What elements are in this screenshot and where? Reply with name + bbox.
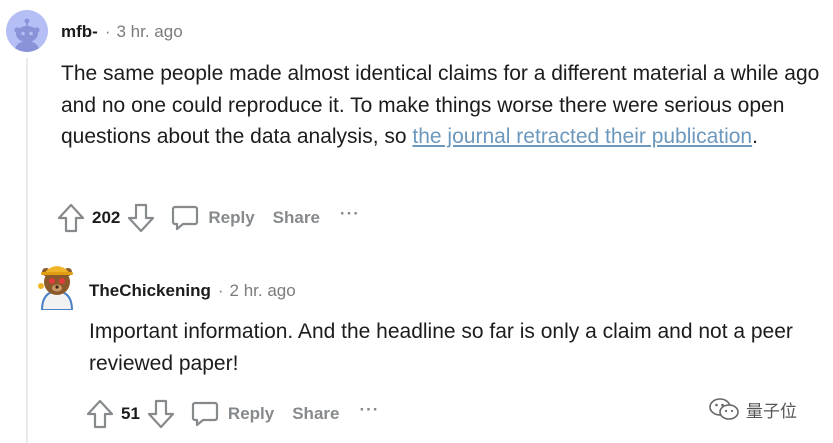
comment-actions: 51 Reply Share ···	[85, 396, 379, 432]
share-button[interactable]: Share	[273, 208, 320, 228]
watermark: 量子位	[708, 396, 797, 422]
vote-count: 51	[121, 404, 140, 423]
meta-separator: ·	[217, 281, 224, 300]
comment-meta: TheChickening · 2 hr. ago	[89, 281, 296, 301]
share-button[interactable]: Share	[292, 404, 339, 424]
reply-button[interactable]: Reply	[208, 208, 254, 228]
username[interactable]: mfb-	[61, 22, 98, 42]
timestamp[interactable]: 3 hr. ago	[117, 22, 183, 42]
reply-button[interactable]: Reply	[228, 404, 274, 424]
more-options-button[interactable]: ···	[340, 204, 360, 224]
thread-line[interactable]	[26, 58, 28, 443]
upvote-icon[interactable]	[85, 398, 115, 430]
avatar[interactable]	[6, 10, 48, 52]
comment-text: Important information. And the headline …	[89, 320, 793, 375]
vote-count: 202	[92, 208, 121, 227]
comment-body: The same people made almost identical cl…	[61, 58, 831, 153]
comment-actions: 202 Reply Share ···	[56, 200, 360, 236]
avatar[interactable]	[36, 258, 78, 311]
comment-body: Important information. And the headline …	[89, 316, 829, 379]
upvote-icon[interactable]	[56, 202, 86, 234]
downvote-icon[interactable]	[126, 202, 156, 234]
comment-bubble-icon[interactable]	[190, 399, 220, 429]
more-options-button[interactable]: ···	[359, 400, 379, 420]
bear-avatar-icon	[38, 266, 74, 311]
comment-text-end: .	[752, 125, 758, 148]
watermark-text: 量子位	[746, 401, 797, 422]
downvote-icon[interactable]	[146, 398, 176, 430]
wechat-icon	[709, 398, 739, 420]
meta-separator: ·	[104, 22, 111, 41]
retraction-link[interactable]: the journal retracted their publication	[412, 125, 752, 148]
snoo-avatar-icon	[6, 10, 48, 52]
comment-thread: mfb- · 3 hr. ago The same people made al…	[0, 0, 833, 443]
comment-bubble-icon[interactable]	[170, 203, 200, 233]
comment-meta: mfb- · 3 hr. ago	[61, 22, 183, 42]
timestamp[interactable]: 2 hr. ago	[230, 281, 296, 301]
username[interactable]: TheChickening	[89, 281, 211, 301]
